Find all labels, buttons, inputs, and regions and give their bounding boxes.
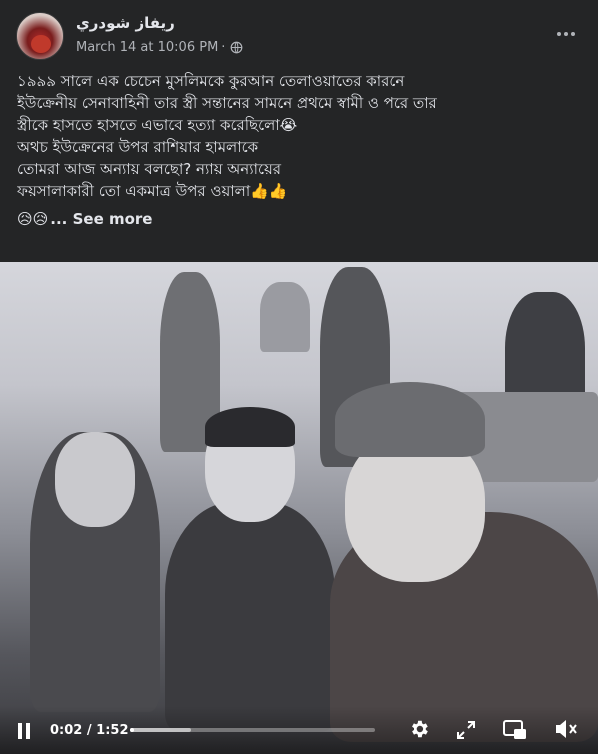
dot: [571, 32, 575, 36]
post-text: ১৯৯৯ সালে এক চেচেন মুসলিমকে কুরআন তেলাওয…: [17, 70, 583, 230]
dot: [564, 32, 568, 36]
post-text-line: স্ত্রীকে হাসতে হাসতে এভাবে হত্যা করেছিলো…: [17, 116, 298, 134]
video-frame: [0, 262, 598, 754]
video-controls: 0:02 / 1:52: [0, 706, 598, 754]
current-time: 0:02: [50, 723, 83, 738]
video-player[interactable]: 0:02 / 1:52: [0, 262, 598, 754]
post-text-line: ১৯৯৯ সালে এক চেচেন মুসলিমকে কুরআন তেলাওয…: [17, 72, 405, 90]
more-options-icon[interactable]: [550, 22, 582, 46]
post-text-line: অথচ ইউক্রেনের উপর রাশিয়ার হামলাকে: [17, 138, 259, 156]
video-time: 0:02 / 1:52: [50, 723, 129, 738]
pause-icon[interactable]: [16, 722, 32, 740]
post-header: ريفاز شودري March 14 at 10:06 PM ·: [16, 12, 582, 62]
video-figure: [205, 407, 295, 447]
see-more-row: 😥😥 ... See more: [17, 208, 583, 230]
post-text-line: ফয়সালাকারী তো একমাত্র উপর ওয়ালা👍👍: [17, 182, 288, 200]
see-more-link[interactable]: ... See more: [50, 208, 152, 230]
duration: 1:52: [96, 723, 129, 738]
video-figure: [335, 382, 485, 457]
dot: [557, 32, 561, 36]
buffer-bar: [130, 728, 192, 732]
mute-icon[interactable]: [554, 718, 578, 740]
picture-in-picture-icon[interactable]: [503, 720, 527, 740]
post-text-line: তোমরা আজ অন্যায় বলছো? ন্যায় অন্যায়ের: [17, 160, 282, 178]
settings-icon[interactable]: [408, 718, 430, 740]
progress-bar[interactable]: [130, 728, 375, 732]
avatar-image-detail: [31, 35, 51, 53]
facebook-post: ريفاز شودري March 14 at 10:06 PM · ১৯৯৯ …: [0, 0, 598, 754]
time-separator: /: [82, 723, 97, 738]
video-figure: [260, 282, 310, 352]
post-timestamp[interactable]: March 14 at 10:06 PM: [76, 40, 218, 55]
author-name[interactable]: ريفاز شودري: [76, 14, 175, 32]
post-meta: March 14 at 10:06 PM ·: [76, 40, 243, 55]
video-figure: [165, 502, 335, 732]
globe-icon[interactable]: [230, 41, 243, 54]
author-avatar[interactable]: [16, 12, 64, 60]
post-text-line: ইউক্রেনীয় সেনাবাহিনী তার স্ত্রী সন্তানে…: [17, 94, 437, 112]
fullscreen-icon[interactable]: [456, 720, 476, 740]
emoji-prefix: 😥😥: [17, 210, 49, 228]
video-figure: [55, 432, 135, 527]
meta-separator: ·: [221, 40, 226, 55]
